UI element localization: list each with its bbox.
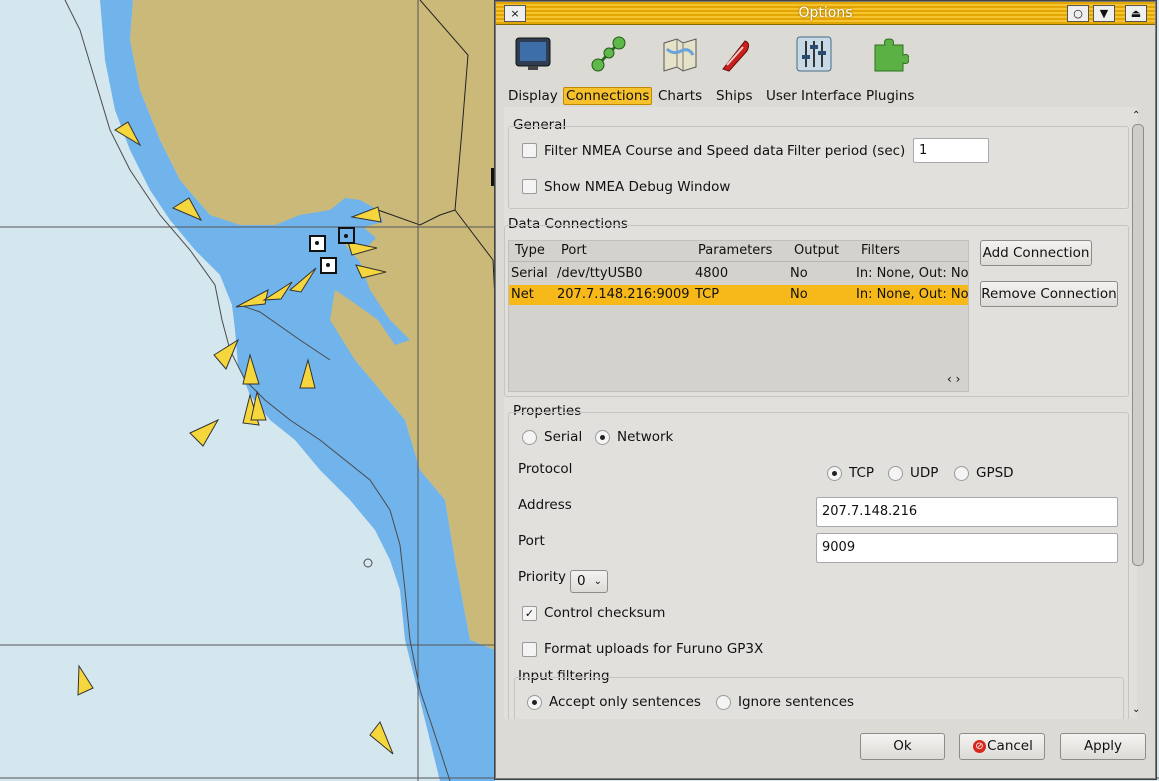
general-group xyxy=(508,126,1129,209)
restore-icon[interactable]: ○ xyxy=(1067,5,1089,22)
protocol-udp-radio[interactable] xyxy=(888,466,903,481)
address-input[interactable]: 207.7.148.216 xyxy=(816,497,1118,527)
cell-output: No xyxy=(790,266,808,281)
tab-label: Display xyxy=(508,88,558,104)
dialog-title: Options xyxy=(798,5,853,21)
tab-display[interactable]: Display xyxy=(506,35,560,105)
column-header-parameters[interactable]: Parameters xyxy=(698,243,772,258)
filter-period-label: Filter period (sec) xyxy=(787,143,906,159)
priority-value: 0 xyxy=(577,573,586,589)
scroll-up-icon[interactable]: ⌃ xyxy=(1132,110,1140,121)
cell-filters: In: None, Out: No xyxy=(856,287,969,302)
cancel-icon: ⊘ xyxy=(973,740,986,753)
display-icon xyxy=(515,37,551,70)
remove-connection-button[interactable]: Remove Connection xyxy=(980,281,1118,307)
cancel-label: Cancel xyxy=(987,738,1033,754)
cell-type: Serial xyxy=(511,266,548,281)
cell-parameters: TCP xyxy=(695,287,720,302)
furuno-label: Format uploads for Furuno GP3X xyxy=(544,641,764,657)
column-header-output[interactable]: Output xyxy=(794,243,839,258)
table-row[interactable]: Serial /dev/ttyUSB0 4800 No In: None, Ou… xyxy=(509,264,968,284)
chevron-down-icon: ⌄ xyxy=(593,576,602,587)
mode-serial-radio[interactable] xyxy=(522,430,537,445)
table-row-selected[interactable]: Net 207.7.148.216:9009 TCP No In: None, … xyxy=(509,285,968,305)
protocol-gpsd-radio[interactable] xyxy=(954,466,969,481)
column-header-filters[interactable]: Filters xyxy=(861,243,900,258)
connections-table[interactable]: Type Port Parameters Output Filters Seri… xyxy=(508,240,969,392)
tab-label: Ships xyxy=(716,88,753,104)
dialog-titlebar[interactable]: × Options ○ ▼ ⏏ xyxy=(496,2,1155,25)
furuno-checkbox[interactable] xyxy=(522,642,537,657)
protocol-gpsd-label: GPSD xyxy=(976,465,1014,481)
shade-icon[interactable]: ⏏ xyxy=(1125,5,1147,22)
column-header-type[interactable]: Type xyxy=(515,243,545,258)
address-label: Address xyxy=(518,497,572,513)
cell-type: Net xyxy=(511,287,534,302)
charts-icon xyxy=(663,38,697,72)
filter-nmea-label: Filter NMEA Course and Speed data xyxy=(544,143,784,159)
options-toolbar: Display Connections Charts Ships User In… xyxy=(496,25,1155,105)
control-checksum-checkbox[interactable]: ✓ xyxy=(522,606,537,621)
mode-network-radio[interactable] xyxy=(595,430,610,445)
cell-filters: In: None, Out: No xyxy=(856,266,969,281)
tab-label: Plugins xyxy=(866,88,915,104)
accept-sentences-label: Accept only sentences xyxy=(549,694,701,710)
accept-sentences-radio[interactable] xyxy=(527,695,542,710)
cell-output: No xyxy=(790,287,808,302)
port-input[interactable]: 9009 xyxy=(816,533,1118,563)
cell-parameters: 4800 xyxy=(695,266,729,281)
cell-port: /dev/ttyUSB0 xyxy=(557,266,643,281)
priority-select[interactable]: 0 ⌄ xyxy=(570,570,608,593)
cancel-button[interactable]: ⊘ Cancel xyxy=(959,733,1045,760)
vertical-scrollbar[interactable]: ⌃ ⌄ xyxy=(1130,110,1144,718)
minimize-icon[interactable]: ▼ xyxy=(1093,5,1115,22)
ships-icon xyxy=(722,40,750,72)
column-header-port[interactable]: Port xyxy=(561,243,587,258)
port-label: Port xyxy=(518,533,545,549)
mode-serial-label: Serial xyxy=(544,429,583,445)
show-debug-checkbox[interactable] xyxy=(522,179,537,194)
mode-network-label: Network xyxy=(617,429,674,445)
tab-label: Connections xyxy=(563,87,653,105)
tab-connections[interactable]: Connections xyxy=(563,35,653,105)
protocol-tcp-label: TCP xyxy=(849,465,875,481)
ignore-sentences-radio[interactable] xyxy=(716,695,731,710)
protocol-label: Protocol xyxy=(518,461,573,477)
tab-ships[interactable]: Ships xyxy=(714,35,754,105)
cell-port: 207.7.148.216:9009 xyxy=(557,287,690,302)
control-checksum-label: Control checksum xyxy=(544,605,666,621)
tab-label: User Interface xyxy=(766,88,862,104)
ok-button[interactable]: Ok xyxy=(860,733,945,760)
filter-nmea-checkbox[interactable] xyxy=(522,143,537,158)
apply-button[interactable]: Apply xyxy=(1060,733,1146,760)
scroll-thumb[interactable] xyxy=(1132,124,1144,566)
tab-charts[interactable]: Charts xyxy=(656,35,704,105)
tab-plugins[interactable]: Plugins xyxy=(864,35,916,105)
user-interface-icon xyxy=(796,36,832,72)
filter-period-input[interactable]: 1 xyxy=(913,138,989,163)
tab-user-interface[interactable]: User Interface xyxy=(764,35,864,105)
priority-label: Priority xyxy=(518,569,567,585)
connections-panel[interactable]: General Filter NMEA Course and Speed dat… xyxy=(504,107,1137,719)
scroll-down-icon[interactable]: ⌄ xyxy=(1132,704,1140,715)
protocol-tcp-radio[interactable] xyxy=(827,466,842,481)
ignore-sentences-label: Ignore sentences xyxy=(738,694,855,710)
tab-label: Charts xyxy=(658,88,703,104)
connections-icon xyxy=(591,36,626,72)
options-dialog: × Options ○ ▼ ⏏ Display Connections Char… xyxy=(495,1,1156,779)
protocol-udp-label: UDP xyxy=(910,465,939,481)
plugins-icon xyxy=(874,38,910,72)
add-connection-button[interactable]: Add Connection xyxy=(980,240,1092,266)
scroll-arrows-icon[interactable]: ‹ › xyxy=(947,372,960,386)
show-debug-label: Show NMEA Debug Window xyxy=(544,179,731,195)
